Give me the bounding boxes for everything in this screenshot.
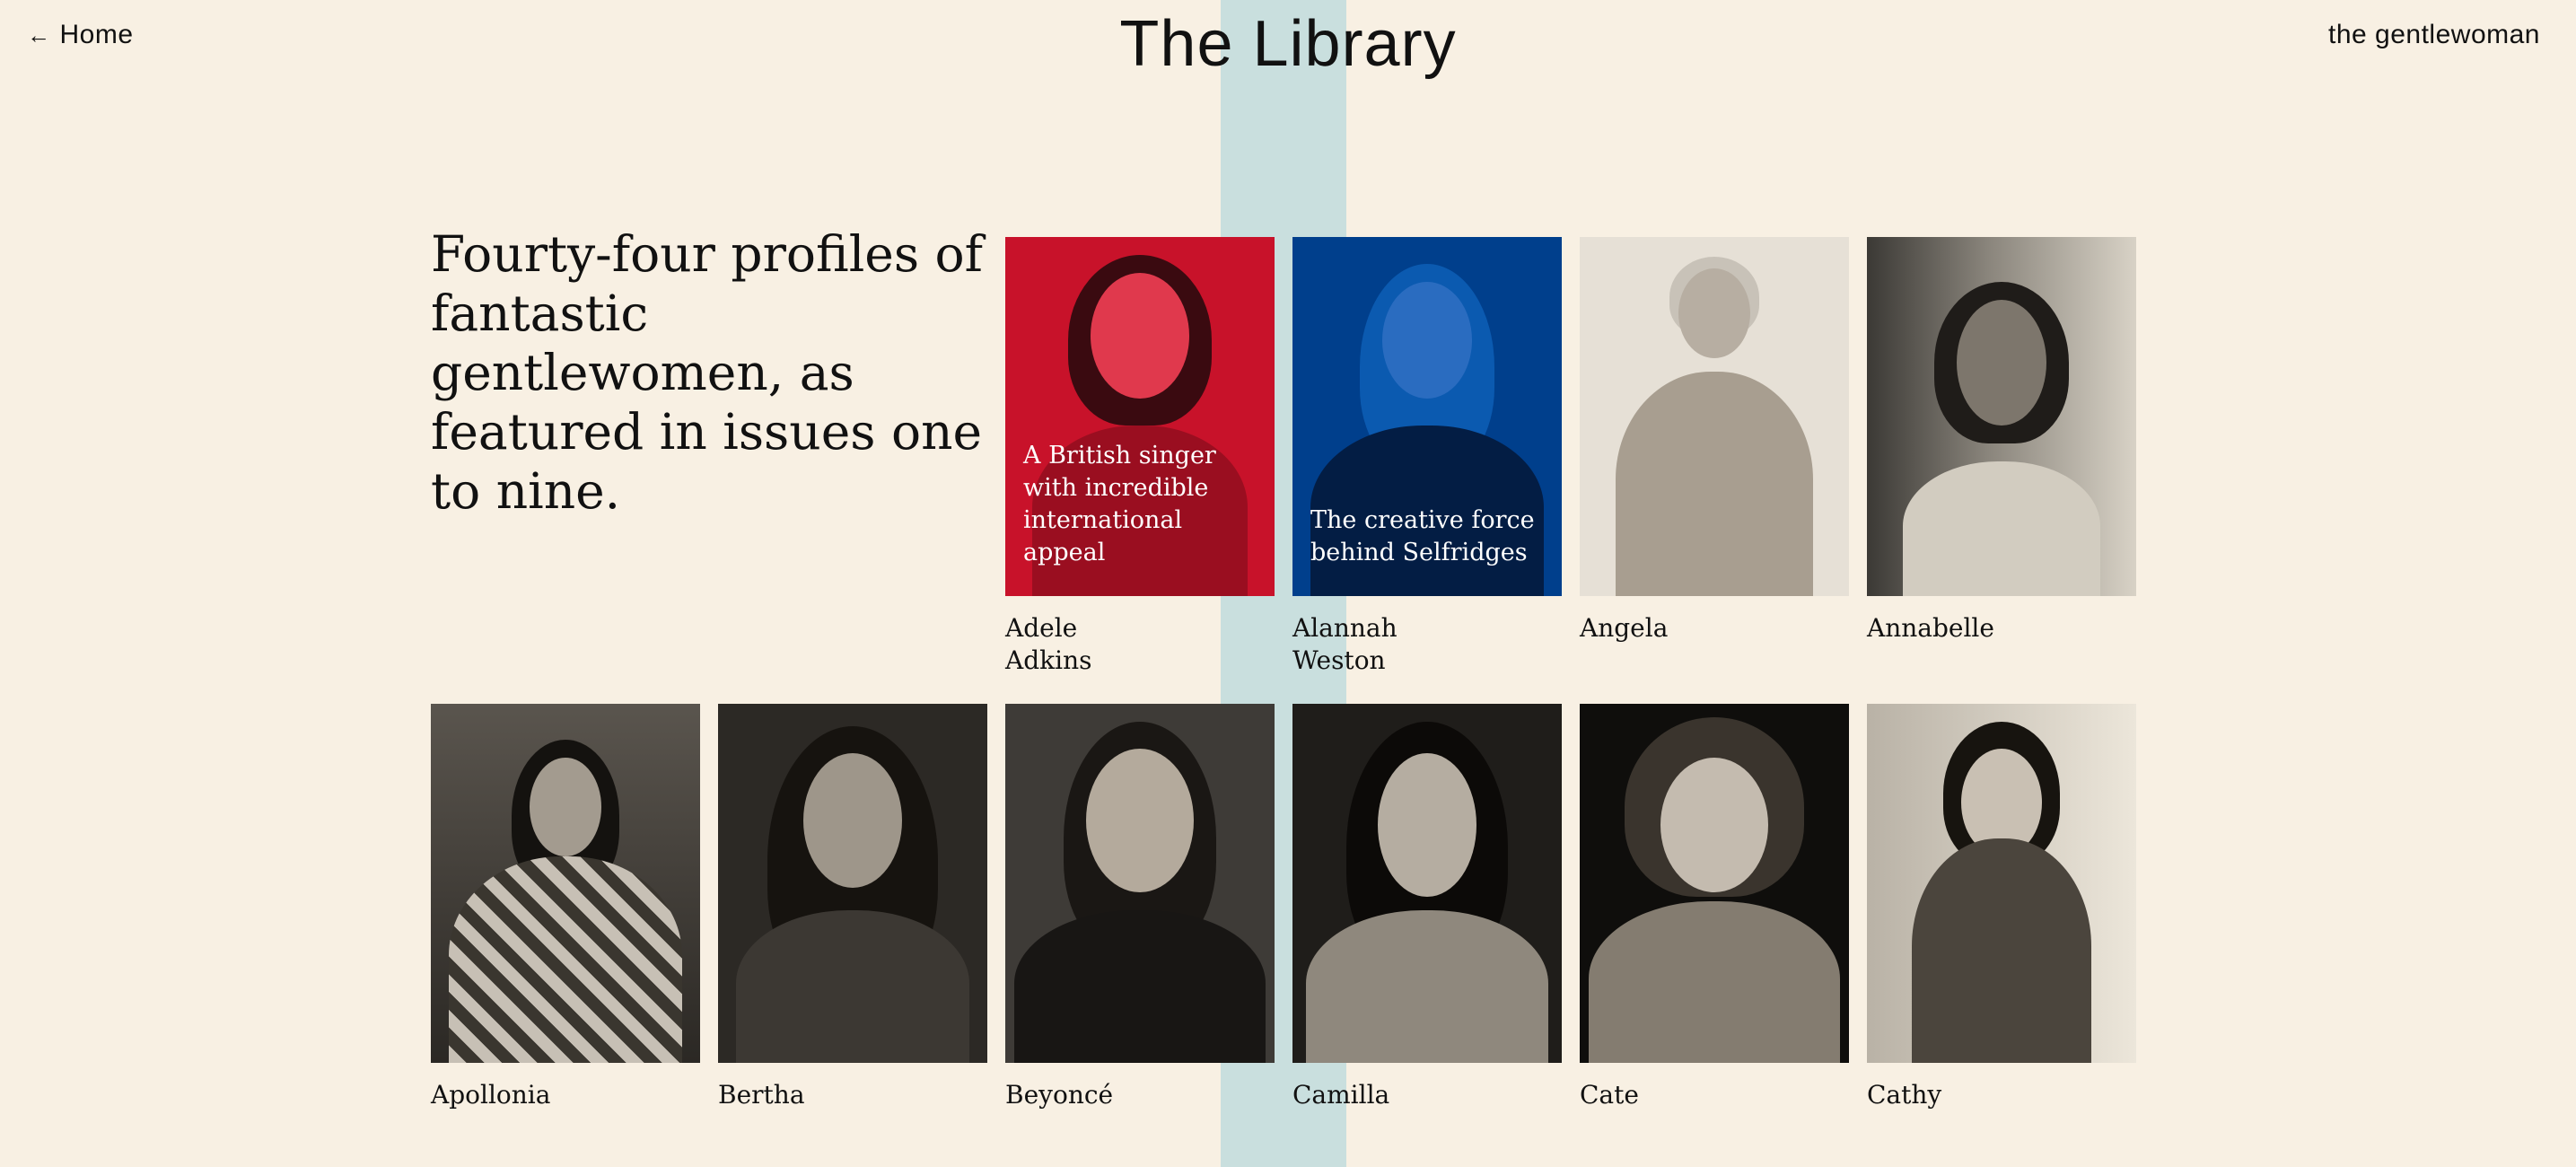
profile-blurb: A British singer with incredible interna… (1023, 442, 1216, 566)
profile-name[interactable]: Apollonia (431, 1079, 700, 1111)
profile-card-annabelle[interactable]: Annabelle (1867, 237, 2136, 645)
profile-card-camilla[interactable]: Camilla (1292, 704, 1562, 1111)
profile-card-cathy[interactable]: Cathy (1867, 704, 2136, 1111)
profile-card-apollonia[interactable]: Apollonia (431, 704, 700, 1111)
profile-name[interactable]: Bertha (718, 1079, 987, 1111)
profile-photo (1867, 237, 2136, 596)
profile-card-cate[interactable]: Cate (1580, 704, 1849, 1111)
profile-name[interactable]: Angela (1580, 612, 1849, 645)
profile-photo (1005, 704, 1275, 1063)
intro-text: Fourty-four profiles of fantastic gentle… (431, 225, 984, 520)
profile-name[interactable]: Beyoncé (1005, 1079, 1275, 1111)
profile-photo (718, 704, 987, 1063)
page-title: The Library (1119, 8, 1457, 80)
profile-name[interactable]: Alannah Weston (1292, 612, 1427, 677)
profile-name[interactable]: Cate (1580, 1079, 1849, 1111)
profile-photo (1867, 704, 2136, 1063)
profile-photo (431, 704, 700, 1063)
brand-link[interactable]: the gentlewoman (2328, 20, 2540, 50)
profile-name[interactable]: Annabelle (1867, 612, 2136, 645)
profile-card-alannah[interactable]: The creative force behind Selfridges Ala… (1292, 237, 1562, 677)
profile-card-beyonce[interactable]: Beyoncé (1005, 704, 1275, 1111)
profile-card-bertha[interactable]: Bertha (718, 704, 987, 1111)
profile-photo (1580, 704, 1849, 1063)
profile-name[interactable]: Cathy (1867, 1079, 2136, 1111)
profile-photo (1580, 237, 1849, 596)
profile-blurb: The creative force behind Selfridges (1310, 506, 1535, 566)
profile-card-adele[interactable]: A British singer with incredible interna… (1005, 237, 1275, 677)
profile-card-angela[interactable]: Angela (1580, 237, 1849, 645)
profile-photo: A British singer with incredible interna… (1005, 237, 1275, 596)
profile-name[interactable]: Camilla (1292, 1079, 1562, 1111)
profile-photo: The creative force behind Selfridges (1292, 237, 1562, 596)
profile-name[interactable]: Adele Adkins (1005, 612, 1140, 677)
profile-photo (1292, 704, 1562, 1063)
